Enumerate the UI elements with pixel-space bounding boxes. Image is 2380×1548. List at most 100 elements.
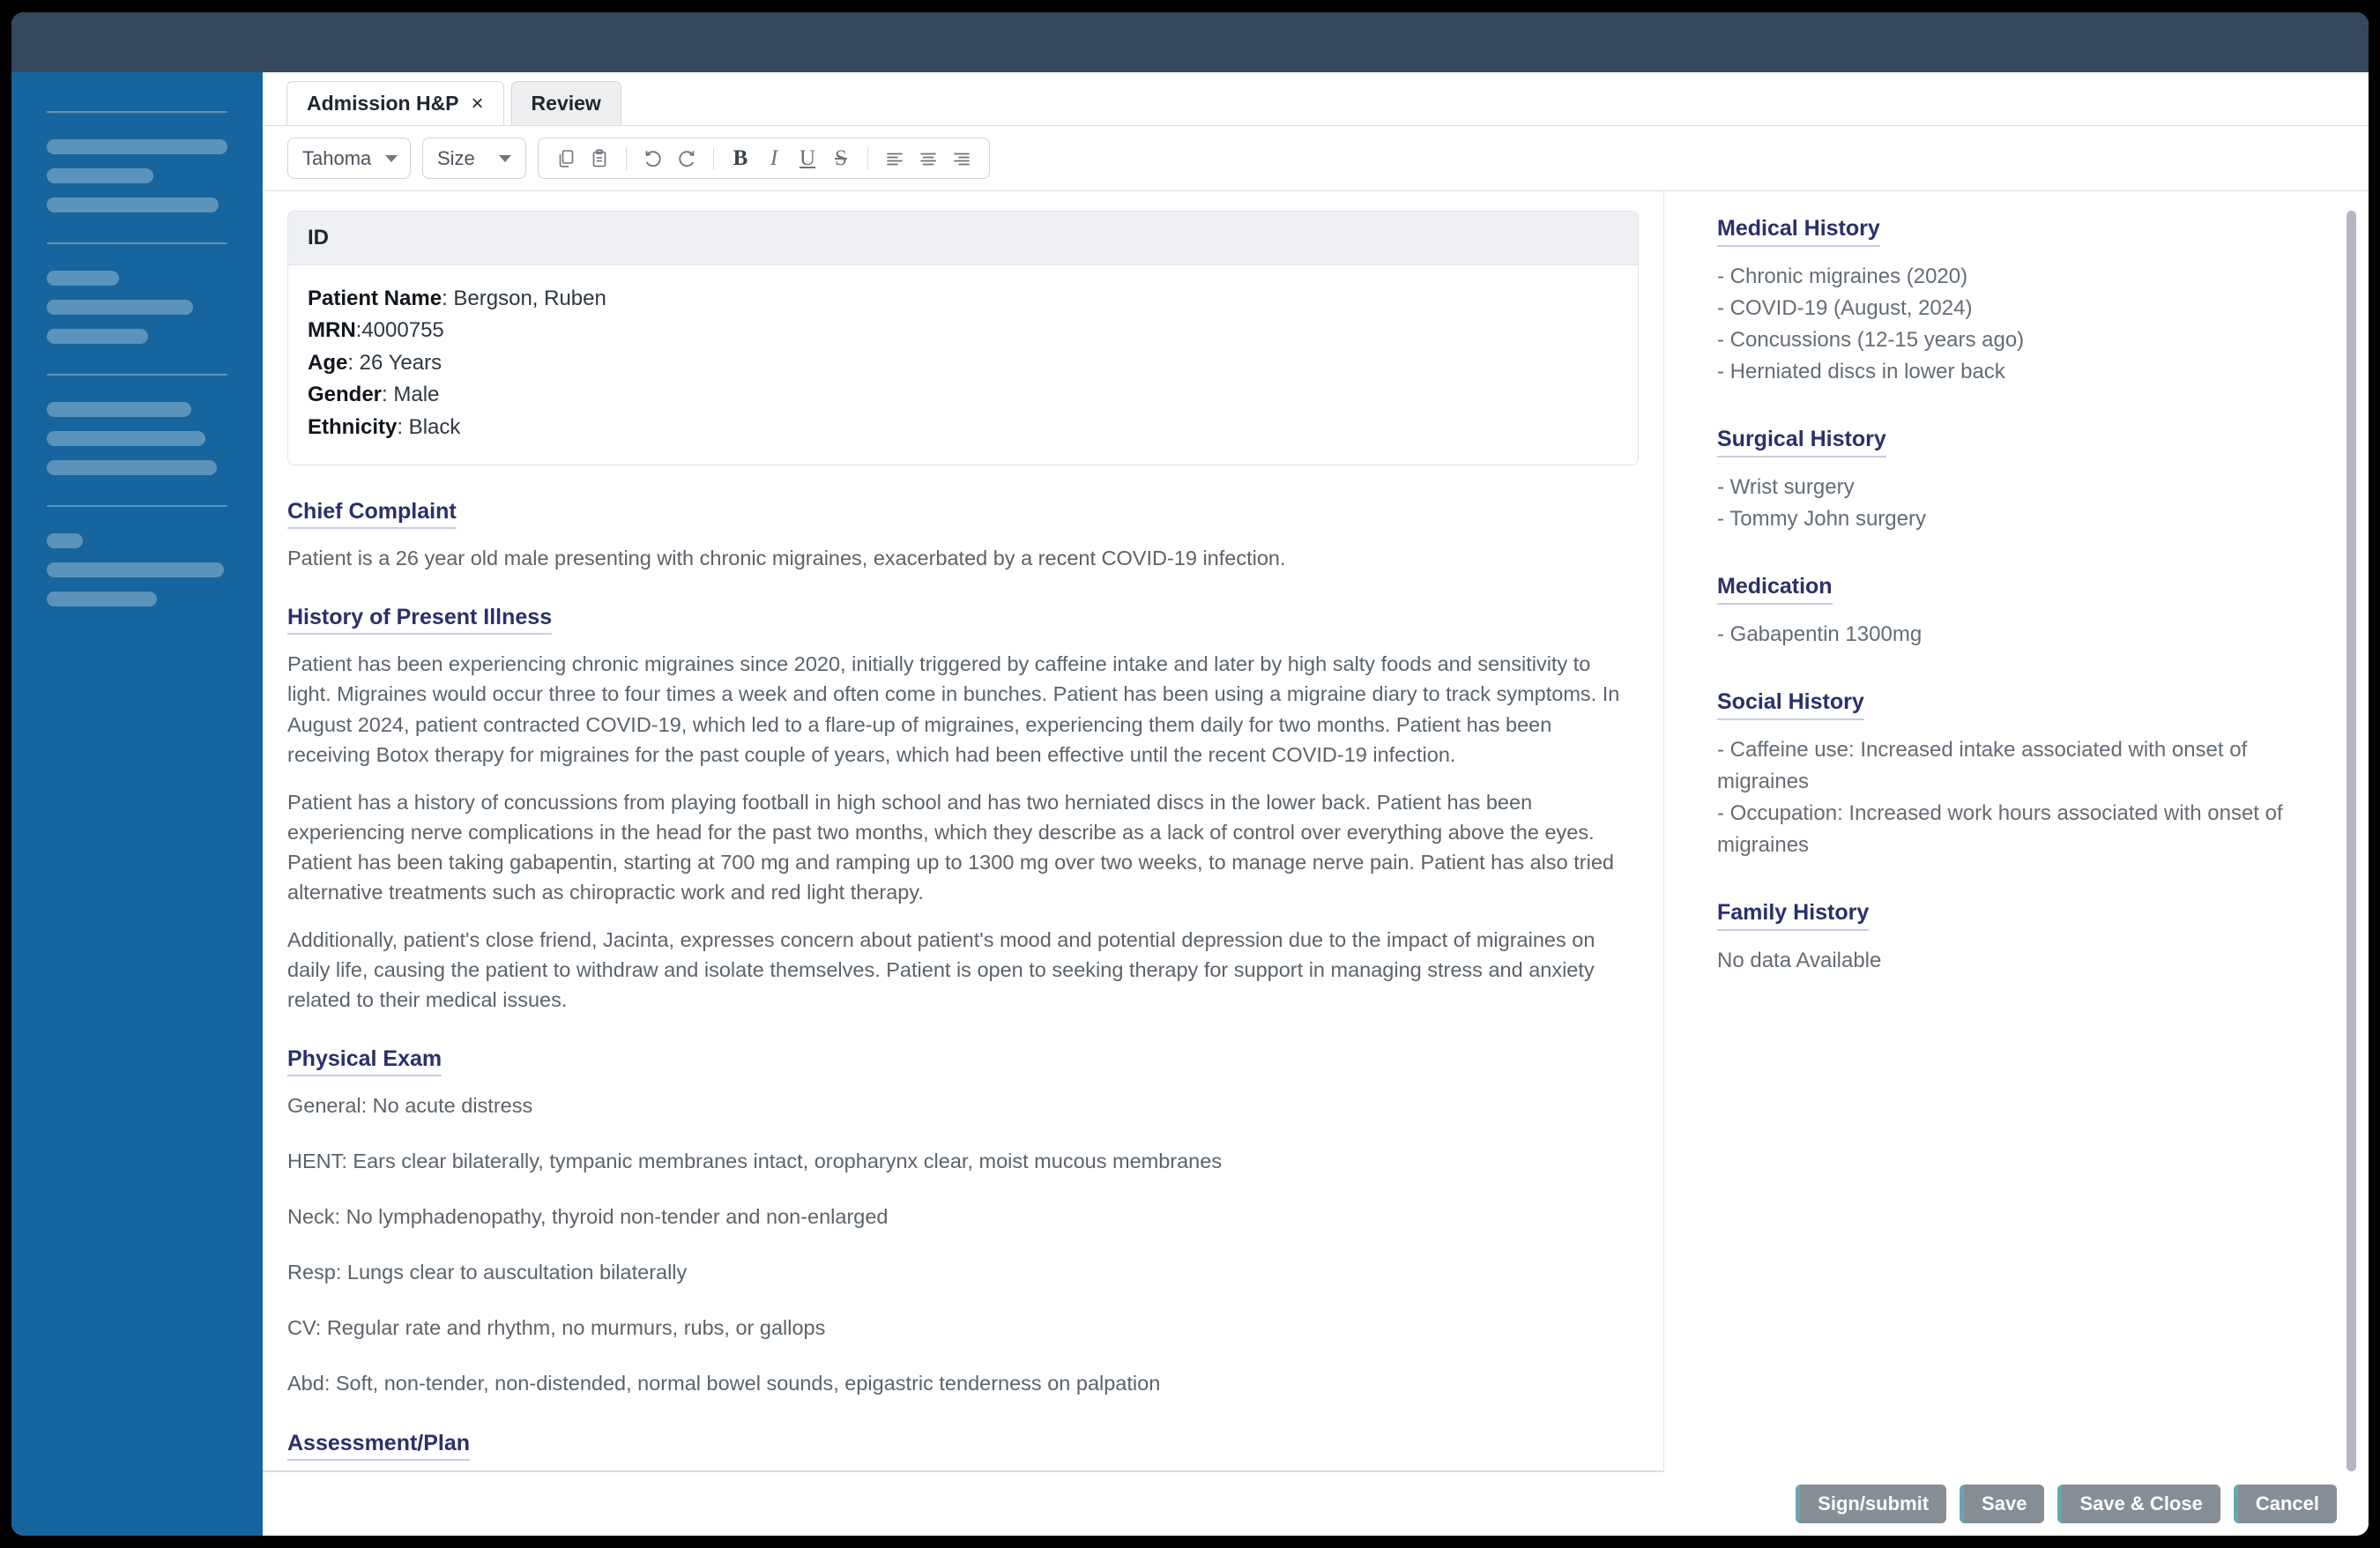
patient-name-row: Patient Name: Bergson, Ruben <box>308 283 1618 315</box>
summary-group-medical-history: Medical History - Chronic migraines (202… <box>1717 216 2333 388</box>
paste-icon[interactable] <box>584 144 614 174</box>
id-card-body: Patient Name: Bergson, Ruben MRN:4000755… <box>288 265 1638 465</box>
nav-placeholder-bar[interactable] <box>47 139 227 154</box>
summary-item: - Concussions (12-15 years ago) <box>1717 328 2025 352</box>
nav-divider <box>47 374 227 376</box>
tab-label: Admission H&P <box>307 92 459 115</box>
bold-icon[interactable]: B <box>725 144 755 174</box>
body-row: Admission H&P × Review Tahoma Size B I U… <box>11 72 2369 1536</box>
gender-label: Gender <box>308 383 383 407</box>
nav-placeholder-bar[interactable] <box>47 431 206 446</box>
sign-submit-button[interactable]: Sign/submit <box>1796 1485 1947 1523</box>
ethnicity-row: Ethnicity: Black <box>308 412 1618 443</box>
nav-group <box>47 533 227 607</box>
section-heading: Physical Exam <box>287 1046 443 1077</box>
nav-group <box>47 139 227 212</box>
font-size-select[interactable]: Size <box>422 138 526 179</box>
nav-placeholder-bar[interactable] <box>47 197 219 212</box>
section-heading: History of Present Illness <box>287 605 553 636</box>
tab-review[interactable]: Review <box>510 81 621 125</box>
section-chief-complaint: Chief Complaint Patient is a 26 year old… <box>287 492 1639 573</box>
save-and-close-button[interactable]: Save & Close <box>2057 1485 2220 1523</box>
vertical-scrollbar[interactable] <box>2347 211 2356 1471</box>
italic-icon[interactable]: I <box>759 144 789 174</box>
format-button-group: B I U S <box>538 138 990 179</box>
nav-placeholder-bar[interactable] <box>47 562 224 577</box>
summary-group-family-history: Family History No data Available <box>1717 900 2333 977</box>
align-center-icon[interactable] <box>913 144 943 174</box>
hpi-paragraph: Patient has been experiencing chronic mi… <box>287 652 1620 766</box>
footer-action-bar: Sign/submit Save Save & Close Cancel <box>263 1472 2369 1536</box>
top-header-bar <box>11 12 2369 72</box>
summary-item: - COVID-19 (August, 2024) <box>1717 296 1973 320</box>
document-editor[interactable]: ID Patient Name: Bergson, Ruben MRN:4000… <box>263 191 1663 1472</box>
mrn-row: MRN:4000755 <box>308 315 1618 346</box>
cancel-button[interactable]: Cancel <box>2233 1485 2337 1523</box>
section-heading: Assessment/Plan <box>287 1431 471 1462</box>
patient-name-label: Patient Name <box>308 287 443 310</box>
section-assessment-plan: Assessment/Plan 1. Neuralgia and neuriti… <box>287 1424 1639 1470</box>
exam-line: Neck: No lymphadenopathy, thyroid non-te… <box>287 1205 889 1229</box>
nav-placeholder-bar[interactable] <box>47 168 153 183</box>
nav-placeholder-bar[interactable] <box>47 402 191 417</box>
patient-id-card: ID Patient Name: Bergson, Ruben MRN:4000… <box>287 211 1639 466</box>
tab-label: Review <box>531 92 601 115</box>
align-right-icon[interactable] <box>947 144 977 174</box>
summary-heading: Medication <box>1717 574 1833 605</box>
summary-item: - Tommy John surgery <box>1717 507 1926 531</box>
age-value: : 26 Years <box>347 350 443 375</box>
summary-heading: Family History <box>1717 900 1870 931</box>
nav-placeholder-bar[interactable] <box>47 533 83 548</box>
exam-line: General: No acute distress <box>287 1094 533 1118</box>
copy-icon[interactable] <box>551 144 581 174</box>
summary-item: - Chronic migraines (2020) <box>1717 264 1968 288</box>
nav-placeholder-bar[interactable] <box>47 329 148 344</box>
scrollbar-thumb[interactable] <box>2347 211 2356 1471</box>
section-heading: Chief Complaint <box>287 499 457 530</box>
close-icon[interactable]: × <box>472 93 484 115</box>
chief-complaint-text: Patient is a 26 year old male presenting… <box>287 547 1286 570</box>
tab-strip: Admission H&P × Review <box>263 72 2369 125</box>
nav-group <box>47 402 227 475</box>
summary-item: - Wrist surgery <box>1717 475 1855 499</box>
save-button[interactable]: Save <box>1960 1485 2045 1523</box>
application-window: Admission H&P × Review Tahoma Size B I U… <box>11 12 2369 1536</box>
toolbar-divider <box>626 146 627 170</box>
nav-divider <box>47 242 227 244</box>
tab-admission-hp[interactable]: Admission H&P × <box>286 81 504 125</box>
age-row: Age: 26 Years <box>308 347 1618 379</box>
summary-group-medication: Medication - Gabapentin 1300mg <box>1717 574 2333 651</box>
editor-toolbar: Tahoma Size B I U S <box>263 125 2369 191</box>
summary-item: No data Available <box>1717 949 1882 972</box>
hpi-paragraph: Additionally, patient's close friend, Ja… <box>287 927 1595 1012</box>
summary-heading: Surgical History <box>1717 427 1886 458</box>
strikethrough-icon[interactable]: S <box>826 144 856 174</box>
font-family-select[interactable]: Tahoma <box>287 138 411 179</box>
summary-item: - Gabapentin 1300mg <box>1717 622 1923 646</box>
gender-row: Gender: Male <box>308 379 1618 411</box>
undo-icon[interactable] <box>638 144 668 174</box>
chevron-down-icon <box>385 154 398 162</box>
left-navigation-sidebar[interactable] <box>11 72 263 1536</box>
hpi-paragraph: Patient has a history of concussions fro… <box>287 790 1614 904</box>
nav-placeholder-bar[interactable] <box>47 460 217 475</box>
underline-icon[interactable]: U <box>792 144 822 174</box>
content-row: ID Patient Name: Bergson, Ruben MRN:4000… <box>263 191 2369 1472</box>
ethnicity-label: Ethnicity <box>308 414 398 439</box>
nav-placeholder-bar[interactable] <box>47 592 158 607</box>
redo-icon[interactable] <box>672 144 702 174</box>
toolbar-divider <box>867 146 868 170</box>
section-hpi: History of Present Illness Patient has b… <box>287 598 1639 1015</box>
nav-placeholder-bar[interactable] <box>47 271 119 286</box>
nav-placeholder-bar[interactable] <box>47 300 194 315</box>
align-left-icon[interactable] <box>880 144 910 174</box>
toolbar-divider <box>713 146 714 170</box>
chevron-down-icon <box>499 154 511 162</box>
gender-value: : Male <box>382 383 440 407</box>
exam-line: Resp: Lungs clear to auscultation bilate… <box>287 1261 688 1284</box>
exam-line: Abd: Soft, non-tender, non-distended, no… <box>287 1372 1161 1395</box>
summary-item: - Occupation: Increased work hours assoc… <box>1717 801 2283 857</box>
main-content-column: Admission H&P × Review Tahoma Size B I U… <box>263 72 2369 1536</box>
font-size-value: Size <box>437 146 475 169</box>
summary-group-social-history: Social History - Caffeine use: Increased… <box>1717 689 2333 861</box>
